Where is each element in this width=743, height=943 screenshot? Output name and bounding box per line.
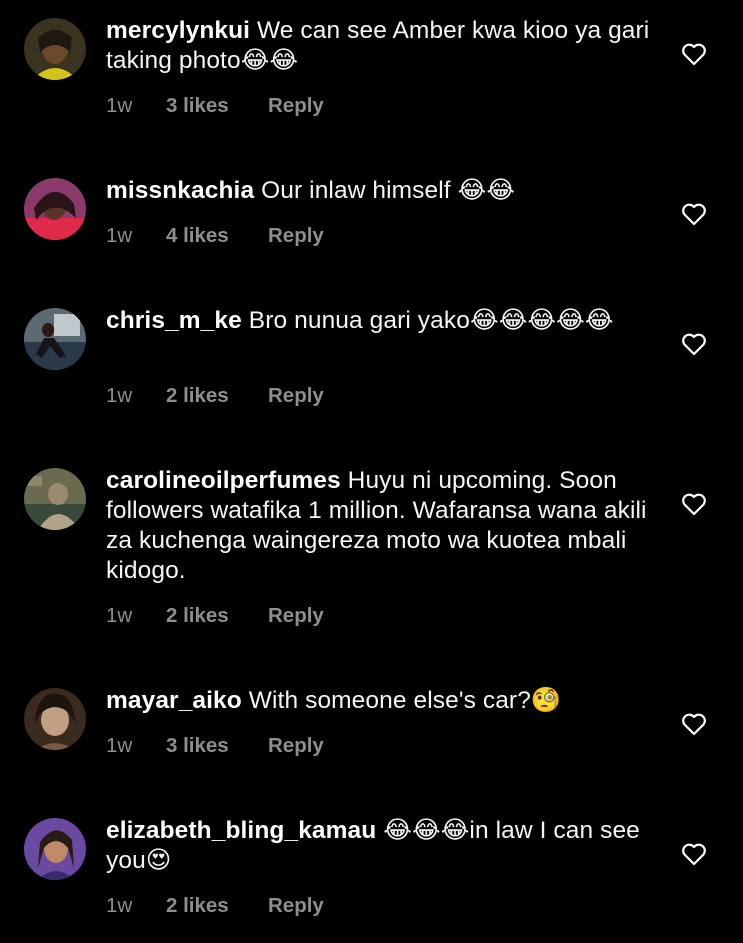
comment-text: chris_m_ke Bro nunua gari yako😂😂😂😂😂 — [106, 306, 651, 336]
comment-likes[interactable]: 4 likes — [166, 224, 268, 248]
comment-timestamp: 1w — [106, 224, 133, 247]
reply-button[interactable]: Reply — [268, 384, 324, 408]
comment-item: elizabeth_bling_kamau 😂😂😂in law I can se… — [0, 810, 743, 943]
comment-meta: 1w 4 likes Reply — [106, 224, 324, 248]
comment-meta: 1w 3 likes Reply — [106, 734, 324, 758]
heart-outline-icon[interactable] — [681, 492, 707, 516]
comment-item: chris_m_ke Bro nunua gari yako😂😂😂😂😂 1w 2 … — [0, 300, 743, 440]
reply-button[interactable]: Reply — [268, 734, 324, 758]
comment-meta: 1w 2 likes Reply — [106, 894, 324, 918]
comment-body: Our inlaw himself 😂😂 — [261, 177, 516, 204]
avatar[interactable] — [24, 688, 86, 750]
comment-item: carolineoilperfumes Huyu ni upcoming. So… — [0, 460, 743, 670]
reply-button[interactable]: Reply — [268, 894, 324, 918]
comment-timestamp: 1w — [106, 604, 133, 627]
comment-timestamp: 1w — [106, 894, 133, 917]
comment-username[interactable]: mayar_aiko — [106, 687, 242, 714]
comment-username[interactable]: missnkachia — [106, 177, 254, 204]
comment-meta: 1w 2 likes Reply — [106, 384, 324, 408]
heart-outline-icon[interactable] — [681, 42, 707, 66]
comment-text: carolineoilperfumes Huyu ni upcoming. So… — [106, 466, 651, 586]
comment-meta: 1w 3 likes Reply — [106, 94, 324, 118]
comment-text: elizabeth_bling_kamau 😂😂😂in law I can se… — [106, 816, 651, 876]
comment-item: mercylynkui We can see Amber kwa kioo ya… — [0, 0, 743, 140]
comment-likes[interactable]: 2 likes — [166, 894, 268, 918]
avatar[interactable] — [24, 18, 86, 80]
heart-outline-icon[interactable] — [681, 712, 707, 736]
reply-button[interactable]: Reply — [268, 604, 324, 628]
comment-timestamp: 1w — [106, 734, 133, 757]
comment-likes[interactable]: 3 likes — [166, 94, 268, 118]
comment-timestamp: 1w — [106, 94, 133, 117]
comment-text: mercylynkui We can see Amber kwa kioo ya… — [106, 16, 651, 76]
comment-likes[interactable]: 2 likes — [166, 384, 268, 408]
comment-username[interactable]: carolineoilperfumes — [106, 467, 341, 494]
comment-likes[interactable]: 3 likes — [166, 734, 268, 758]
comment-item: mayar_aiko With someone else's car?🧐 1w 3… — [0, 680, 743, 810]
avatar[interactable] — [24, 178, 86, 240]
comment-body: Bro nunua gari yako😂😂😂😂😂 — [248, 307, 614, 334]
avatar[interactable] — [24, 308, 86, 370]
comment-item: missnkachia Our inlaw himself 😂😂 1w 4 lik… — [0, 170, 743, 300]
comment-username[interactable]: elizabeth_bling_kamau — [106, 817, 376, 844]
reply-button[interactable]: Reply — [268, 94, 324, 118]
heart-outline-icon[interactable] — [681, 332, 707, 356]
reply-button[interactable]: Reply — [268, 224, 324, 248]
avatar[interactable] — [24, 468, 86, 530]
comment-text: mayar_aiko With someone else's car?🧐 — [106, 686, 651, 716]
comment-username[interactable]: chris_m_ke — [106, 307, 242, 334]
comment-body: With someone else's car?🧐 — [248, 687, 562, 714]
comment-meta: 1w 2 likes Reply — [106, 604, 324, 628]
comment-text: missnkachia Our inlaw himself 😂😂 — [106, 176, 651, 206]
comment-timestamp: 1w — [106, 384, 133, 407]
avatar[interactable] — [24, 818, 86, 880]
heart-outline-icon[interactable] — [681, 842, 707, 866]
comment-likes[interactable]: 2 likes — [166, 604, 268, 628]
comment-username[interactable]: mercylynkui — [106, 17, 250, 44]
heart-outline-icon[interactable] — [681, 202, 707, 226]
